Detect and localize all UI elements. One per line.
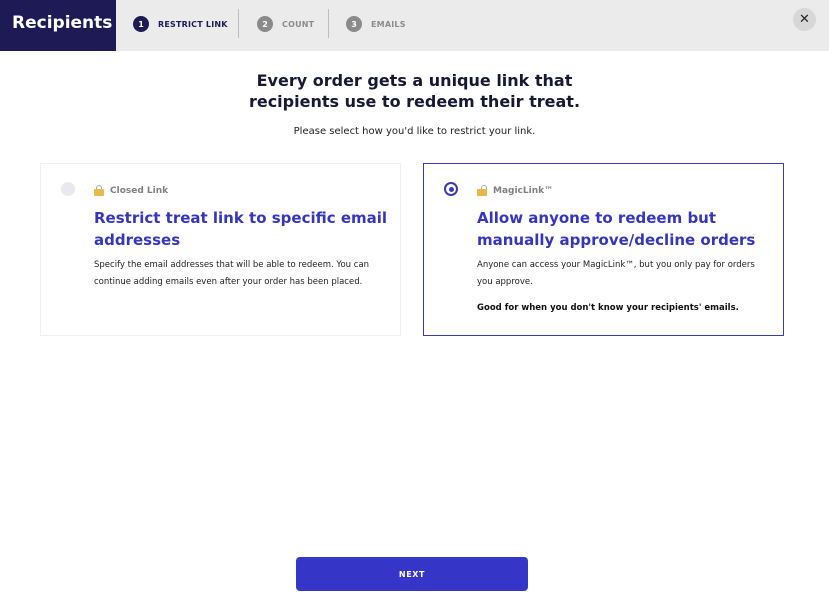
- subheading: Please select how you'd like to restrict…: [293, 126, 536, 137]
- step-divider: [238, 9, 239, 38]
- step-number: 3: [346, 16, 362, 32]
- step-label: EMAILS: [371, 19, 406, 29]
- close-button[interactable]: ✕: [793, 8, 816, 31]
- option-tag-label: Closed Link: [110, 185, 169, 196]
- close-icon: ✕: [799, 12, 810, 27]
- option-note: Good for when you don't know your recipi…: [477, 303, 739, 313]
- step-restrict-link[interactable]: 1 RESTRICT LINK: [133, 14, 228, 34]
- step-number: 1: [133, 16, 149, 32]
- step-divider: [328, 9, 329, 38]
- option-title: Allow anyone to redeem but manually appr…: [477, 209, 756, 249]
- option-tag-label: MagicLink™: [493, 185, 554, 196]
- option-tag: Closed Link: [94, 185, 168, 196]
- headline-line-1: Every order gets a unique link that: [256, 71, 573, 90]
- step-label: COUNT: [282, 19, 315, 29]
- radio-magiclink[interactable]: [444, 182, 458, 196]
- page-title: Recipients: [0, 0, 116, 51]
- option-description: Specify the email addresses that will be…: [94, 260, 370, 287]
- step-emails[interactable]: 3 EMAILS: [346, 14, 406, 34]
- step-label: RESTRICT LINK: [158, 19, 228, 29]
- top-bar: Recipients 1 RESTRICT LINK 2 COUNT 3 EMA…: [0, 0, 829, 51]
- lock-icon: [94, 185, 104, 196]
- next-button[interactable]: NEXT: [296, 557, 528, 591]
- headline: Every order gets a unique link that reci…: [0, 70, 829, 112]
- option-magiclink[interactable]: MagicLink™ Allow anyone to redeem but ma…: [423, 163, 784, 336]
- step-number: 2: [257, 16, 273, 32]
- option-tag: MagicLink™: [477, 185, 553, 196]
- step-count[interactable]: 2 COUNT: [257, 14, 314, 34]
- radio-closed-link[interactable]: [61, 182, 75, 196]
- option-title: Restrict treat link to specific email ad…: [94, 209, 388, 249]
- option-closed-link[interactable]: Closed Link Restrict treat link to speci…: [40, 163, 401, 336]
- unlock-icon: [477, 185, 487, 196]
- headline-line-2: recipients use to redeem their treat.: [248, 92, 581, 111]
- option-description: Anyone can access your MagicLink™, but y…: [477, 260, 755, 287]
